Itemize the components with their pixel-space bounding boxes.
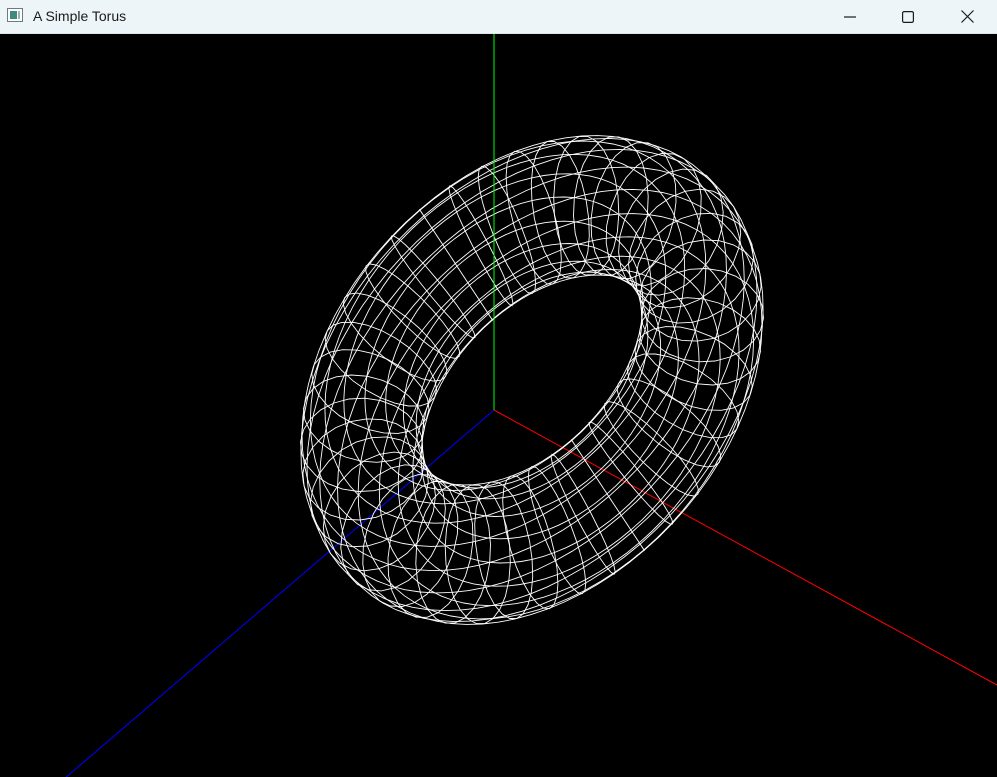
torus-parallel-line: [343, 173, 667, 505]
torus-meridian-line: [387, 480, 474, 618]
torus-meridian-line: [448, 185, 514, 307]
z-axis-line: [65, 409, 495, 777]
torus-parallel-line: [306, 148, 758, 612]
torus-meridian-line: [616, 378, 722, 468]
torus-parallel-line: [420, 274, 679, 540]
torus-parallel-line: [385, 220, 644, 486]
torus-parallel-line: [412, 269, 700, 564]
torus-parallel-line: [397, 255, 721, 587]
minimize-button[interactable]: [821, 0, 879, 33]
torus-meridian-line: [588, 421, 674, 525]
torus-meridian-line: [342, 292, 448, 382]
opengl-window-icon: [7, 8, 23, 22]
torus-meridian-line: [604, 401, 699, 497]
app-window: A Simple Torus: [0, 0, 997, 777]
window-title: A Simple Torus: [33, 8, 127, 24]
torus-meridian-line: [626, 353, 740, 439]
torus-scene: [65, 34, 997, 777]
torus-parallel-line: [364, 196, 652, 491]
close-button[interactable]: [937, 0, 997, 33]
render-viewport[interactable]: [0, 34, 997, 777]
maximize-button[interactable]: [879, 0, 937, 33]
minimize-icon: [844, 15, 856, 18]
torus-meridian-line: [365, 263, 460, 359]
close-icon: [960, 10, 974, 23]
maximize-icon: [902, 10, 914, 23]
torus-meridian-line: [590, 142, 677, 280]
torus-wireframe: [300, 135, 764, 625]
title-bar[interactable]: A Simple Torus: [0, 0, 997, 34]
torus-meridian-line: [390, 235, 476, 339]
torus-meridian-line: [324, 321, 438, 407]
torus-meridian-line: [618, 168, 724, 296]
torus-meridian-line: [550, 453, 616, 575]
